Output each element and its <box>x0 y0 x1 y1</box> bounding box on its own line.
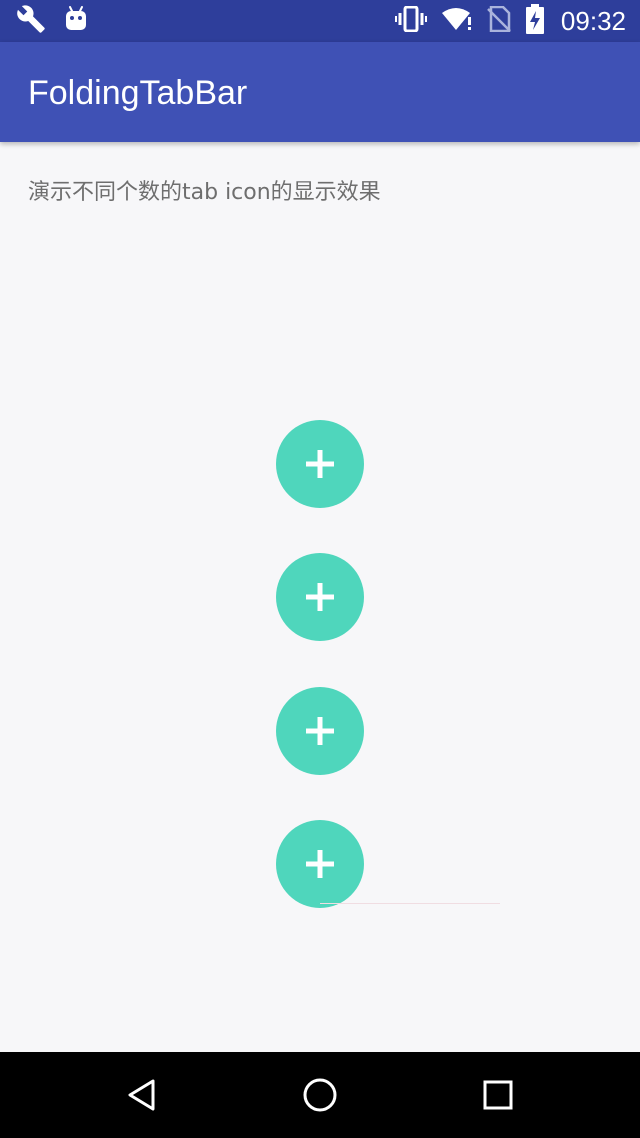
back-icon <box>128 1079 155 1111</box>
no-sim-icon <box>487 5 511 36</box>
plus-icon <box>306 717 334 745</box>
wrench-icon <box>16 4 46 38</box>
plus-icon <box>306 583 334 611</box>
description-text: 演示不同个数的tab icon的显示效果 <box>28 180 381 205</box>
status-bar: 09:32 <box>0 0 640 42</box>
status-indicators: 09:32 <box>394 4 626 38</box>
fab-button-4[interactable] <box>276 820 364 908</box>
divider-line <box>320 903 500 904</box>
recents-button[interactable] <box>473 1070 523 1120</box>
battery-charging-icon <box>525 4 545 38</box>
status-notifications <box>16 4 88 38</box>
app-title: FoldingTabBar <box>28 74 248 112</box>
back-button[interactable] <box>117 1070 167 1120</box>
fab-button-3[interactable] <box>276 687 364 775</box>
android-icon <box>64 6 88 36</box>
plus-icon <box>306 850 334 878</box>
app-bar: FoldingTabBar <box>0 42 640 142</box>
main-content: 演示不同个数的tab icon的显示效果 <box>0 142 640 1052</box>
plus-icon <box>306 450 334 478</box>
vibrate-icon <box>394 5 427 36</box>
home-button[interactable] <box>295 1070 345 1120</box>
recents-icon <box>483 1080 513 1110</box>
fab-button-2[interactable] <box>276 553 364 641</box>
fab-button-1[interactable] <box>276 420 364 508</box>
navigation-bar <box>0 1052 640 1138</box>
wifi-icon <box>441 6 473 36</box>
home-icon <box>303 1078 337 1112</box>
status-time: 09:32 <box>560 5 626 36</box>
